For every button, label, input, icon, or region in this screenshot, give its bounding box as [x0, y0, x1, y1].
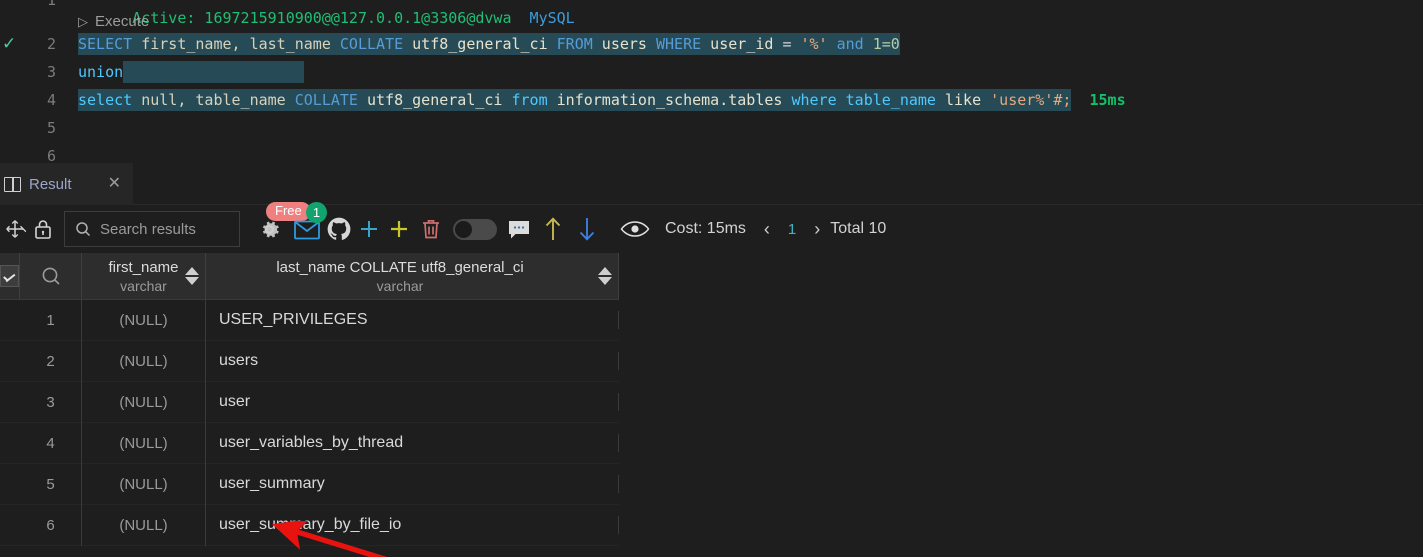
column-type: varchar [120, 277, 167, 294]
comment-icon[interactable] [502, 214, 536, 244]
line-number-3: 3 [46, 63, 56, 81]
split-pane-icon [4, 176, 21, 192]
column-title: last_name COLLATE utf8_general_ci [276, 258, 524, 276]
row-index: 6 [20, 504, 82, 546]
plus-yellow-icon[interactable] [384, 214, 414, 244]
result-tabbar: Result ✕ [0, 163, 1423, 205]
search-icon [76, 222, 91, 237]
code-line-2[interactable]: SELECT first_name, last_name COLLATE utf… [78, 33, 900, 55]
close-icon[interactable]: ✕ [108, 176, 121, 192]
table-row[interactable]: 1 (NULL) USER_PRIVILEGES [0, 299, 619, 341]
cell-last-name[interactable]: user_summary [206, 475, 619, 493]
page-number[interactable]: 1 [788, 221, 796, 238]
table-row[interactable]: 6 (NULL) user_summary_by_file_io [0, 504, 619, 546]
tab-result-label: Result [29, 175, 72, 193]
move-icon[interactable] [2, 214, 28, 244]
cell-last-name[interactable]: user [206, 393, 619, 411]
total-label: Total 10 [830, 220, 887, 237]
prev-page-button[interactable]: ‹ [764, 219, 770, 240]
sort-toggle-icon[interactable] [185, 267, 199, 285]
column-header-last-name-collate[interactable]: last_name COLLATE utf8_general_ci varcha… [206, 253, 619, 299]
execution-success-check-icon: ✓ [2, 34, 17, 54]
table-row[interactable]: 4 (NULL) user_variables_by_thread [0, 422, 619, 464]
line-number-2: 2 [46, 35, 56, 53]
cell-first-name[interactable]: (NULL) [82, 463, 206, 505]
code-line-4[interactable]: select null, table_name COLLATE utf8_gen… [78, 89, 1126, 111]
gear-icon[interactable]: Free [252, 202, 311, 244]
cell-first-name[interactable]: (NULL) [82, 504, 206, 546]
eye-icon[interactable] [614, 214, 656, 244]
result-toolbar: Search results Free 1 Cost: 15ms ‹ 1 › T… [0, 202, 1423, 253]
line-number-4: 4 [46, 91, 56, 109]
cell-last-name[interactable]: users [206, 352, 619, 370]
sql-editor[interactable]: Active: 1697215910900@@127.0.0.1@3306@dv… [0, 0, 1423, 163]
code-line-3[interactable]: union [78, 61, 304, 83]
cell-first-name[interactable]: (NULL) [82, 422, 206, 464]
cell-last-name[interactable]: user_summary_by_file_io [206, 516, 619, 534]
line-number-1: 1 [46, 0, 56, 9]
cell-first-name[interactable]: (NULL) [82, 340, 206, 382]
row-index: 4 [20, 422, 82, 464]
line-number-5: 5 [46, 119, 56, 137]
tab-result[interactable]: Result ✕ [0, 163, 133, 205]
column-header-first-name[interactable]: first_name varchar [82, 253, 206, 299]
connection-string: Active: 1697215910900@@127.0.0.1@3306@dv… [132, 9, 512, 27]
cell-first-name[interactable]: (NULL) [82, 381, 206, 423]
search-input[interactable]: Search results [100, 221, 196, 238]
toggle-switch[interactable] [448, 214, 502, 244]
trash-icon[interactable] [414, 214, 448, 244]
row-index: 3 [20, 381, 82, 423]
arrow-up-icon[interactable] [536, 214, 570, 244]
cost-label: Cost: 15ms [665, 220, 746, 237]
github-icon[interactable] [324, 214, 354, 244]
row-index: 2 [20, 340, 82, 382]
execute-codelens[interactable]: ▷ Execute [78, 10, 149, 34]
lock-icon[interactable] [28, 214, 58, 244]
search-results-box[interactable]: Search results [64, 211, 240, 247]
execute-label: Execute [95, 13, 150, 30]
table-row[interactable]: 3 (NULL) user [0, 381, 619, 423]
row-search-header[interactable] [20, 253, 82, 299]
select-all-header[interactable] [0, 253, 20, 299]
search-icon [42, 267, 60, 285]
next-page-button[interactable]: › [814, 219, 820, 240]
cell-last-name[interactable]: USER_PRIVILEGES [206, 311, 619, 329]
result-panel: Result ✕ Search results Free 1 Cost: 15m… [0, 163, 1423, 557]
sort-toggle-icon[interactable] [598, 267, 612, 285]
cell-first-name[interactable]: (NULL) [82, 299, 206, 341]
plus-blue-icon[interactable] [354, 214, 384, 244]
app-root: Active: 1697215910900@@127.0.0.1@3306@dv… [0, 0, 1423, 557]
table-row[interactable]: 2 (NULL) users [0, 340, 619, 382]
grid-header-row: first_name varchar last_name COLLATE utf… [0, 253, 619, 300]
column-type: varchar [376, 277, 424, 294]
arrow-down-icon[interactable] [570, 214, 604, 244]
line-number-6: 6 [46, 147, 56, 163]
connection-driver: MySQL [529, 9, 575, 27]
results-grid: first_name varchar last_name COLLATE utf… [0, 253, 619, 557]
row-index: 1 [20, 299, 82, 341]
play-icon: ▷ [78, 14, 88, 29]
checkbox-icon[interactable] [0, 265, 19, 287]
cell-last-name[interactable]: user_variables_by_thread [206, 434, 619, 452]
column-title: first_name [108, 258, 179, 276]
mail-icon[interactable]: 1 [290, 202, 327, 244]
table-row[interactable]: 5 (NULL) user_summary [0, 463, 619, 505]
row-index: 5 [20, 463, 82, 505]
